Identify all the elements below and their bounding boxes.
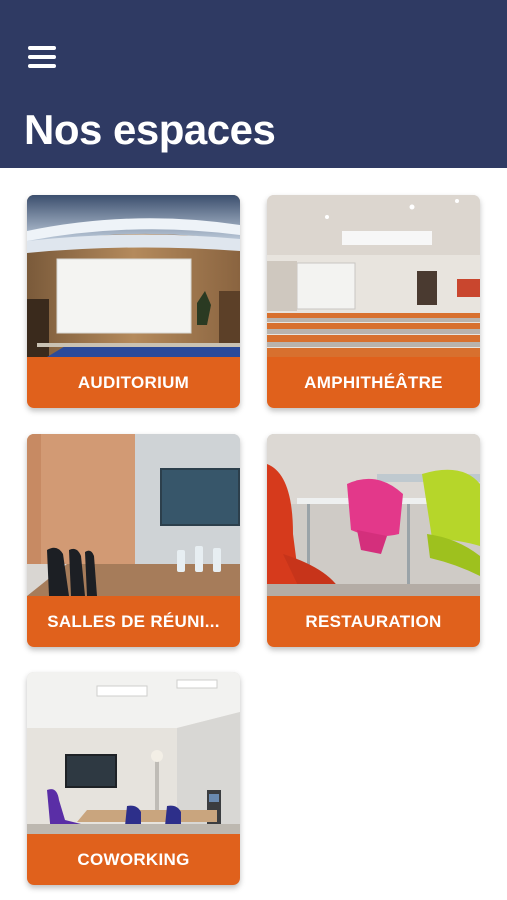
page-title: Nos espaces <box>24 106 276 153</box>
auditorium-photo <box>27 195 240 357</box>
hamburger-menu-icon[interactable] <box>27 44 57 70</box>
space-label: AUDITORIUM <box>27 357 240 408</box>
space-label: AMPHITHÉÂTRE <box>267 357 480 408</box>
restaurant-photo <box>267 434 480 596</box>
space-card-coworking[interactable]: COWORKING <box>27 672 240 885</box>
meeting-room-photo <box>27 434 240 596</box>
menu-line <box>28 64 56 68</box>
space-label: SALLES DE RÉUNI... <box>27 596 240 647</box>
app-header: Nos espaces <box>0 0 507 168</box>
space-card-restauration[interactable]: RESTAURATION <box>267 434 480 647</box>
amphitheatre-photo <box>267 195 480 357</box>
menu-line <box>28 46 56 50</box>
menu-line <box>28 55 56 59</box>
space-label: RESTAURATION <box>267 596 480 647</box>
space-card-salles-de-reunion[interactable]: SALLES DE RÉUNI... <box>27 434 240 647</box>
space-card-auditorium[interactable]: AUDITORIUM <box>27 195 240 408</box>
space-label: COWORKING <box>27 834 240 885</box>
coworking-photo <box>27 672 240 834</box>
space-card-amphitheatre[interactable]: AMPHITHÉÂTRE <box>267 195 480 408</box>
